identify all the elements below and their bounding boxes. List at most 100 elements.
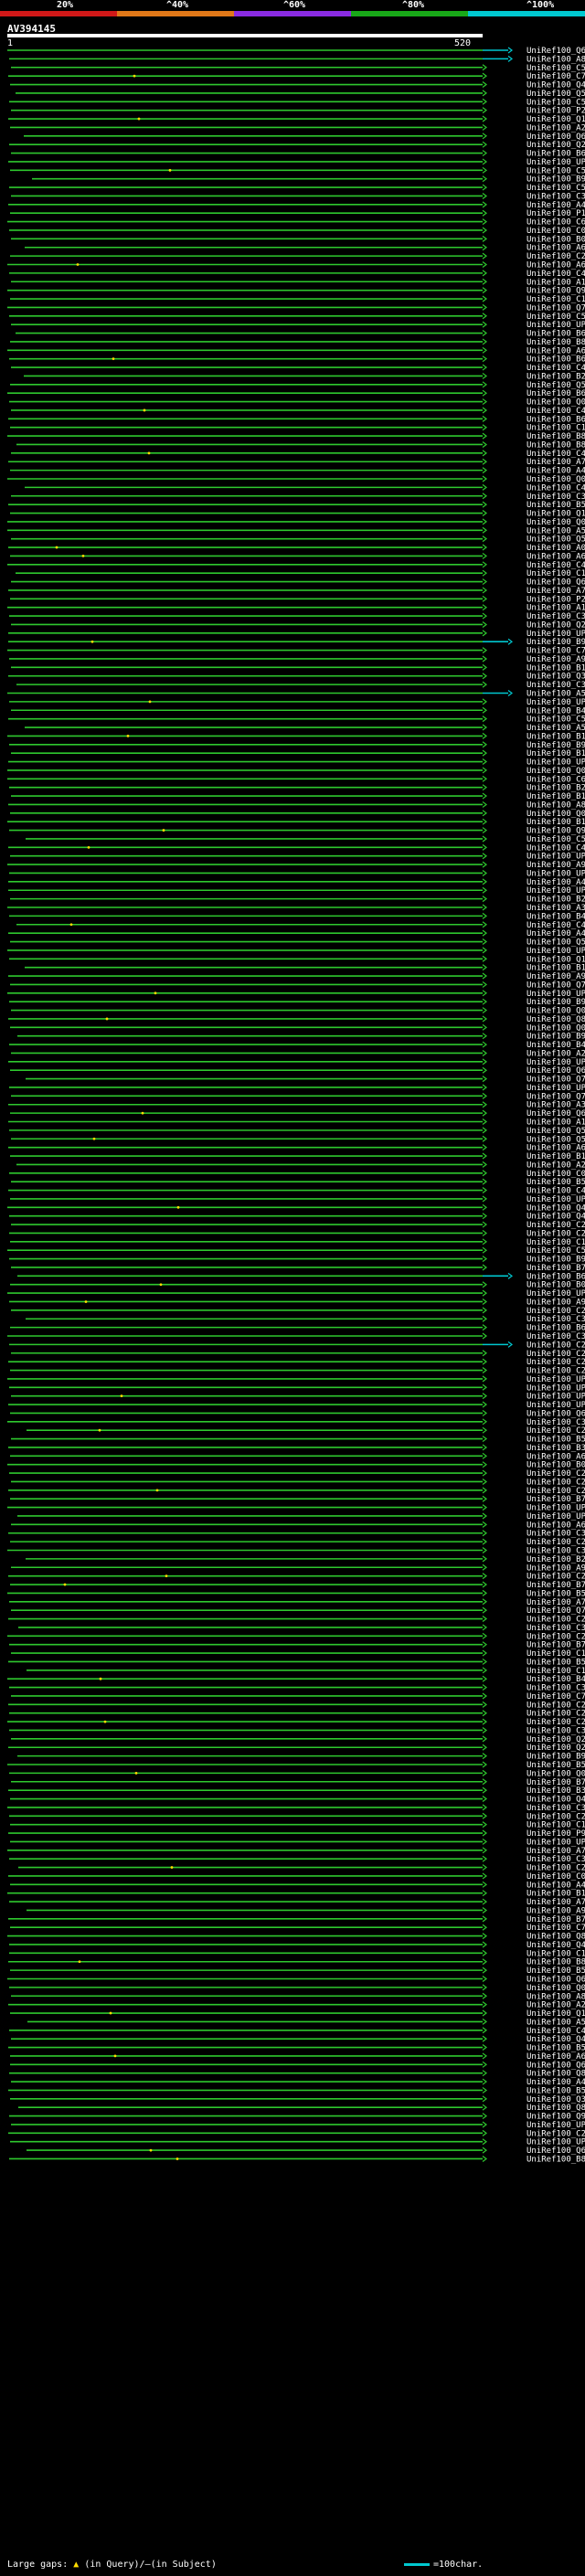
hit-row[interactable]: UniRef100_A6VVV6	[8, 1144, 585, 1153]
hit-row[interactable]: UniRef100_A6S697	[7, 346, 585, 355]
hit-row[interactable]: UniRef100_Q93857	[9, 2113, 585, 2122]
hit-row[interactable]: UniRef100_Q0Z2L4	[7, 475, 585, 484]
hit-row[interactable]: UniRef100_A4JFA0	[8, 878, 585, 887]
hit-row[interactable]: UniRef100_UP1000..	[17, 1512, 585, 1521]
hit-row[interactable]: UniRef100_B9EFM2	[8, 638, 585, 647]
hit-row[interactable]: UniRef100_A1CMI0	[11, 278, 585, 287]
hit-row[interactable]: UniRef100_B1YCR0	[7, 732, 585, 741]
hit-row[interactable]: UniRef100_B9M8I4	[17, 1753, 585, 1762]
hit-row[interactable]: UniRef100_UP1000..	[10, 1838, 585, 1847]
hit-row[interactable]: UniRef100_A3NAY6	[7, 904, 585, 913]
hit-row[interactable]: UniRef100_A6ZYV1	[10, 2052, 585, 2062]
hit-row[interactable]: UniRef100_A3MYY0	[8, 1101, 585, 1110]
hit-row[interactable]: UniRef100_Q82AT3	[9, 2070, 585, 2079]
hit-row[interactable]: UniRef100_C5FVW0	[9, 184, 585, 193]
hit-row[interactable]: UniRef100_A6R826	[25, 244, 585, 253]
hit-row[interactable]: UniRef100_Q5YLB8	[16, 90, 585, 99]
hit-row[interactable]: UniRef100_B5IR91	[10, 1966, 585, 1976]
hit-row[interactable]: UniRef100_B7HGN7	[9, 1641, 585, 1650]
hit-row[interactable]: UniRef100_UP1000..	[7, 1375, 585, 1384]
hit-row[interactable]: UniRef100_C1DD07	[10, 295, 585, 304]
hit-row[interactable]: UniRef100_C3E073	[7, 1418, 585, 1427]
hit-row[interactable]: UniRef100_C4XZ93	[11, 407, 585, 416]
hit-row[interactable]: UniRef100_C1WI40	[16, 569, 585, 578]
hit-row[interactable]: UniRef100_B8M533	[7, 432, 585, 441]
hit-row[interactable]: UniRef100_B0D1L6	[10, 1281, 585, 1290]
hit-row[interactable]: UniRef100_A9A8H6	[8, 972, 585, 981]
hit-row[interactable]: UniRef100_A7HDN3	[7, 1847, 585, 1856]
hit-row[interactable]: UniRef100_A2SE32	[8, 2001, 585, 2010]
hit-row[interactable]: UniRef100_UP1000..	[9, 1084, 585, 1093]
hit-row[interactable]: UniRef100_B8M532	[16, 440, 585, 450]
hit-row[interactable]: UniRef100_C7YME3	[8, 72, 585, 81]
hit-row[interactable]: UniRef100_C4BPK0	[16, 921, 585, 930]
hit-row[interactable]: UniRef100_A4WQ37	[11, 2078, 585, 2087]
hit-row[interactable]: UniRef100_Q5RAK7	[11, 1135, 585, 1144]
hit-row[interactable]: UniRef100_B9QSZ2	[9, 741, 585, 750]
hit-row[interactable]: UniRef100_Q4LSW8	[9, 1941, 585, 1950]
hit-row[interactable]: UniRef100_C4R741	[8, 1187, 585, 1196]
hit-row[interactable]: UniRef100_B7N2Q4	[11, 1264, 585, 1273]
hit-row[interactable]: UniRef100_B9IT09	[9, 1256, 585, 1265]
hit-row[interactable]: UniRef100_C5QQE3	[10, 166, 585, 175]
hit-row[interactable]: UniRef100_A7EJT6	[8, 458, 585, 467]
hit-row[interactable]: UniRef100_C3WJ41	[18, 1624, 585, 1633]
hit-row[interactable]: UniRef100_C5Z6J3	[26, 835, 585, 844]
hit-row[interactable]: UniRef100_Q6CBJ4	[7, 1976, 585, 1985]
hit-row[interactable]: UniRef100_A2VY08	[11, 1049, 585, 1058]
hit-row[interactable]: UniRef100_UP1000..	[10, 2138, 585, 2147]
hit-row[interactable]: UniRef100_B4EC83	[11, 706, 585, 716]
hit-row[interactable]: UniRef100_A6RK14	[7, 261, 585, 270]
hit-row[interactable]: UniRef100_Q7BNB5	[26, 1076, 585, 1085]
hit-row[interactable]: UniRef100_C2PS11	[9, 1469, 585, 1479]
hit-row[interactable]: UniRef100_C0O4D2	[8, 1872, 585, 1882]
hit-row[interactable]: UniRef100_C4D5N4	[9, 270, 585, 279]
hit-row[interactable]: UniRef100_C2YGP9	[8, 1616, 585, 1625]
hit-row[interactable]: UniRef100_A810E3	[11, 1992, 585, 2001]
hit-row[interactable]: UniRef100_Q9P9N3	[7, 287, 585, 296]
hit-row[interactable]: UniRef100_B2W638	[24, 372, 585, 381]
hit-row[interactable]: UniRef100_C4K6V4	[9, 2027, 585, 2036]
hit-row[interactable]: UniRef100_B2UAW4	[9, 784, 585, 793]
hit-row[interactable]: UniRef100_Q0BDY3	[7, 767, 585, 776]
hit-row[interactable]: UniRef100_C0NMQ2	[9, 227, 585, 236]
hit-row[interactable]: UniRef100_B8NRN4	[10, 338, 585, 347]
hit-row[interactable]: UniRef100_A1V2L9	[8, 1118, 585, 1128]
hit-row[interactable]: UniRef100_C5X1E0	[11, 64, 585, 73]
hit-row[interactable]: UniRef100_Q0ZZ16	[10, 810, 585, 819]
hit-row[interactable]: UniRef100_B9HBC7	[9, 998, 585, 1007]
hit-row[interactable]: UniRef100_C2NEA4	[10, 1367, 585, 1376]
hit-row[interactable]: UniRef100_Q47RR0	[10, 81, 585, 90]
hit-row[interactable]: UniRef100_C2DW10	[18, 1864, 585, 1873]
hit-row[interactable]: UniRef100_C2SGL7	[7, 1632, 585, 1641]
hit-row[interactable]: UniRef100_A8G5I7	[8, 800, 585, 810]
hit-row[interactable]: UniRef100_C7RLF1	[11, 1692, 585, 1701]
hit-row[interactable]: UniRef100_B6H4V2	[7, 389, 585, 398]
hit-row[interactable]: UniRef100_C3LJ65	[9, 1726, 585, 1735]
hit-row[interactable]: UniRef100_B7IL74	[11, 1778, 585, 1787]
hit-row[interactable]: UniRef100_Q6S898	[7, 47, 585, 56]
hit-row[interactable]: UniRef100_C4CLM5	[11, 364, 585, 373]
hit-row[interactable]: UniRef100_A4L4S8	[10, 467, 585, 476]
hit-row[interactable]: UniRef100_B6EGD6	[17, 1272, 585, 1281]
hit-row[interactable]: UniRef100_C4EEJ3	[7, 561, 585, 570]
hit-row[interactable]: UniRef100_C1LL55	[11, 1649, 585, 1659]
hit-row[interactable]: UniRef100_C72OE4	[7, 647, 585, 656]
hit-row[interactable]: UniRef100_B3ZMA6	[8, 1444, 585, 1453]
hit-row[interactable]: UniRef100_B2J1S0	[26, 1555, 585, 1564]
hit-row[interactable]: UniRef100_B7KL57	[8, 1915, 585, 1924]
hit-row[interactable]: UniRef100_C2MHF3	[9, 1229, 585, 1238]
hit-row[interactable]: UniRef100_C2KA08	[8, 2129, 585, 2138]
hit-row[interactable]: UniRef100_C3E050	[9, 1855, 585, 1864]
hit-row[interactable]: UniRef100_A7NZS4	[9, 1598, 585, 1607]
hit-row[interactable]: UniRef100_A6G2D5	[11, 1521, 585, 1530]
hit-row[interactable]: UniRef100_A6RHW7	[10, 1452, 585, 1461]
hit-row[interactable]: UniRef100_Q8ZLL0	[8, 1015, 585, 1024]
hit-row[interactable]: UniRef100_C3BH40	[9, 612, 585, 621]
hit-row[interactable]: UniRef100_C2PBK7	[11, 1221, 585, 1230]
hit-row[interactable]: UniRef100_UP1000..	[9, 869, 585, 878]
hit-row[interactable]: UniRef100_Q6C5Q9	[24, 133, 585, 142]
hit-row[interactable]: UniRef100_C4JL00	[11, 450, 585, 459]
hit-row[interactable]: UniRef100_B8HAR2	[9, 2155, 585, 2164]
hit-row[interactable]: UniRef100_Q5J4D6	[10, 381, 585, 390]
